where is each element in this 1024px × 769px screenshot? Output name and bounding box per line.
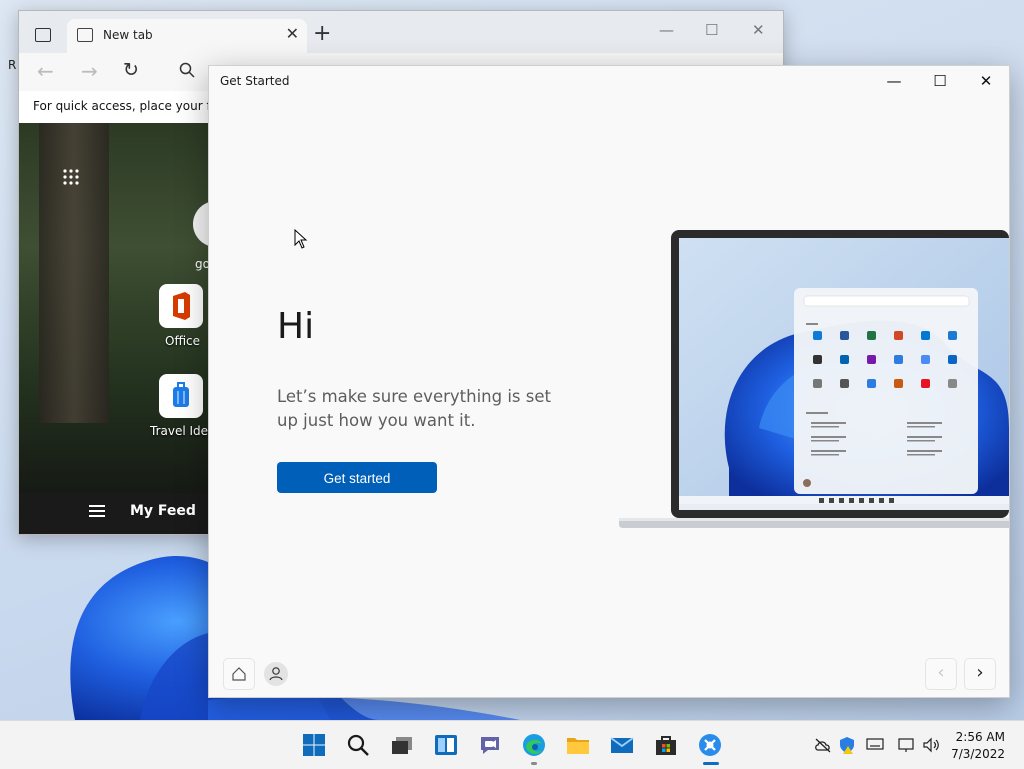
forward-button[interactable]: → <box>81 59 98 83</box>
tab-new-tab[interactable]: New tab ✕ <box>67 19 307 53</box>
get-started-icon[interactable] <box>698 733 722 757</box>
refresh-button[interactable]: ↻ <box>123 59 139 81</box>
back-button[interactable]: ← <box>37 59 54 83</box>
clock-time[interactable]: 2:56 AM <box>956 730 1005 744</box>
minimize-button[interactable]: — <box>871 66 917 98</box>
previous-page-button[interactable]: ‹ <box>925 658 957 690</box>
get-started-running-indicator <box>703 762 719 765</box>
edge-maximize-button[interactable]: ☐ <box>705 21 718 39</box>
greeting-subtitle: Let’s make sure everything is set up jus… <box>277 387 551 430</box>
background-image <box>39 123 109 423</box>
chat-icon[interactable] <box>478 733 502 757</box>
address-search-icon[interactable] <box>179 62 195 78</box>
desktop-label: R <box>8 58 17 72</box>
home-button[interactable] <box>223 658 255 690</box>
network-icon[interactable] <box>898 737 916 753</box>
store-icon[interactable] <box>654 733 678 757</box>
clock-date[interactable]: 7/3/2022 <box>951 747 1005 761</box>
task-view-icon[interactable] <box>390 733 414 757</box>
mail-icon[interactable] <box>610 733 634 757</box>
office-tile-label: Office <box>165 334 201 348</box>
volume-icon[interactable] <box>922 737 940 753</box>
search-icon[interactable] <box>346 733 370 757</box>
home-icon <box>232 667 246 681</box>
edge-minimize-button[interactable]: — <box>659 21 674 39</box>
new-tab-button[interactable]: + <box>313 21 331 46</box>
taskbar: 2:56 AM 7/3/2022 <box>0 720 1024 769</box>
edge-icon[interactable] <box>522 733 546 757</box>
next-page-button[interactable]: › <box>964 658 996 690</box>
security-warning-icon[interactable] <box>839 736 855 754</box>
tab-close-icon[interactable]: ✕ <box>286 24 299 43</box>
get-started-button[interactable]: Get started <box>277 462 437 493</box>
travel-icon <box>173 382 189 407</box>
keyboard-icon[interactable] <box>866 737 884 751</box>
widgets-icon[interactable] <box>434 733 458 757</box>
tab-favicon-icon <box>77 28 93 42</box>
file-explorer-icon[interactable] <box>566 733 590 757</box>
get-started-window[interactable]: Get Started — ☐ ✕ Hi Let’s make sure eve… <box>208 65 1010 698</box>
edge-close-button[interactable]: ✕ <box>752 21 765 39</box>
laptop-illustration <box>619 230 1009 528</box>
start-icon[interactable] <box>302 733 326 757</box>
account-button[interactable] <box>264 662 288 686</box>
person-icon <box>269 667 283 681</box>
mouse-cursor-icon <box>294 229 308 249</box>
office-tile[interactable] <box>159 284 203 328</box>
greeting-heading: Hi <box>277 306 315 347</box>
apps-launcher-icon[interactable] <box>63 169 79 185</box>
edge-running-indicator <box>531 762 537 765</box>
office-icon <box>173 292 190 320</box>
tab-title: New tab <box>103 28 153 42</box>
window-title: Get Started <box>220 74 290 88</box>
close-button[interactable]: ✕ <box>963 66 1009 98</box>
menu-icon[interactable] <box>89 505 105 520</box>
travel-ideas-tile[interactable] <box>159 374 203 418</box>
onedrive-offline-icon[interactable] <box>814 737 832 753</box>
edge-tab-bar: New tab ✕ + — ☐ ✕ <box>19 11 783 53</box>
tab-actions-icon[interactable] <box>35 28 51 42</box>
favorites-hint: For quick access, place your favo <box>33 99 233 113</box>
maximize-button[interactable]: ☐ <box>917 66 963 98</box>
my-feed-title[interactable]: My Feed <box>130 503 196 519</box>
